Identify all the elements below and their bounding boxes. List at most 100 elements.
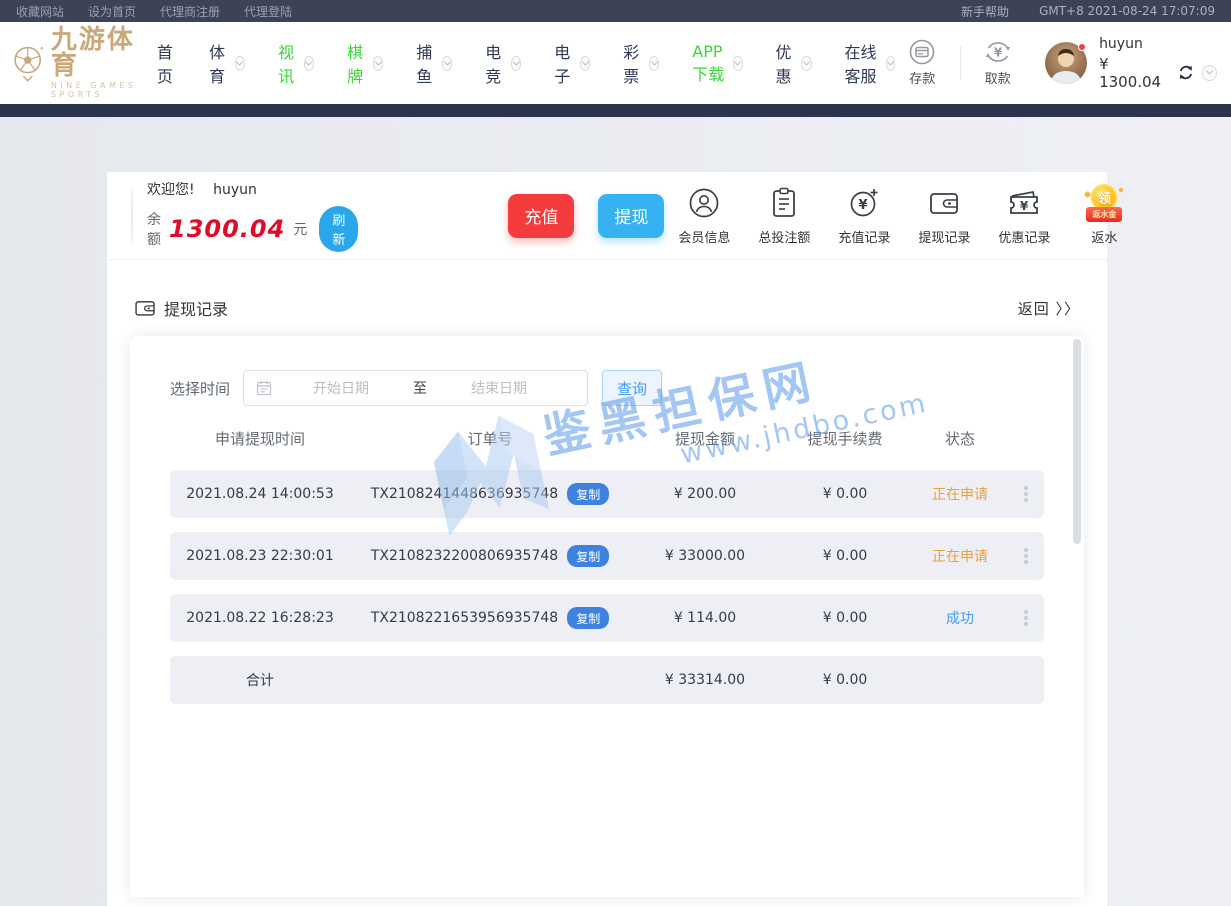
refresh-balance-icon[interactable] [1178,64,1194,81]
site-logo[interactable]: 九游体育 NINE GAMES SPORTS [10,27,157,99]
cell-amount: ¥ 200.00 [630,486,780,502]
scrollbar[interactable] [1073,339,1081,897]
favorite-site-link[interactable]: 收藏网站 [16,3,64,20]
chevron-down-icon [511,56,521,71]
panel-username: huyun [213,182,257,198]
nav-item-chess[interactable]: 棋牌 [347,39,383,87]
total-label: 合计 [170,670,350,690]
promo-records-coupon-icon: ¥ [1007,188,1041,218]
scrollbar-thumb[interactable] [1073,339,1081,544]
col-header-status: 状态 [910,428,1010,449]
date-to-label: 至 [400,378,440,398]
chevron-down-icon[interactable] [1202,65,1217,81]
soccer-ball-icon [10,37,47,89]
main-nav: 首页 体育 视讯 棋牌 捕鱼 电竞 电子 彩票 APP下载 优惠 在线客服 [157,39,895,87]
col-header-amount: 提现金额 [630,428,780,449]
withdraw-records-title-icon [134,298,156,318]
recharge-button[interactable]: 充值 [508,194,574,238]
withdraw-yuan-icon: ¥ [985,39,1011,65]
agent-login-link[interactable]: 代理登陆 [244,3,292,20]
nav-item-app-download[interactable]: APP下载 [692,42,742,85]
withdraw-button[interactable]: ¥ 取款 [970,39,1025,87]
chevron-down-icon [442,56,452,71]
copy-button[interactable]: 复制 [567,483,609,505]
cell-time: 2021.08.22 16:28:23 [170,610,350,626]
balance-value: 1300.04 [169,215,285,243]
end-date-input[interactable]: 结束日期 [440,378,558,398]
svg-text:¥: ¥ [859,198,868,213]
withdraw-records-wallet-icon [928,189,960,217]
deposit-button[interactable]: 存款 [895,39,950,87]
col-header-time: 申请提现时间 [170,428,350,449]
refresh-balance-button[interactable]: 刷新 [319,206,358,252]
nav-item-esports[interactable]: 电竞 [485,39,521,87]
chevron-down-icon [801,56,811,71]
cell-fee: ¥ 0.00 [780,610,910,626]
nav-item-live-casino[interactable]: 视讯 [278,39,314,87]
calendar-icon [256,380,272,396]
withdraw-records-panel: 选择时间 开始日期 至 结束日期 [130,336,1084,897]
account-card: 欢迎您! huyun 余额 1300.04 元 刷新 充值 提现 会员信息 [107,172,1107,906]
cell-order-number: TX2108221653956935748 [371,610,558,626]
cell-fee: ¥ 0.00 [780,548,910,564]
set-homepage-link[interactable]: 设为首页 [88,3,136,20]
nav-item-fishing[interactable]: 捕鱼 [416,39,452,87]
nav-item-online-service[interactable]: 在线客服 [845,39,895,87]
top-utility-bar: 收藏网站 设为首页 代理商注册 代理登陆 新手帮助 GMT+8 2021-08-… [0,0,1231,22]
nav-item-lottery[interactable]: 彩票 [623,39,659,87]
nav-item-home[interactable]: 首页 [157,39,176,87]
welcome-text: 欢迎您! [147,182,195,198]
user-avatar[interactable] [1045,42,1087,84]
quick-link-total-bets[interactable]: 总投注额 [744,185,824,246]
quick-link-deposit-records[interactable]: ¥ 充值记录 [824,185,904,246]
chevron-down-icon [649,56,659,71]
cell-order-number: TX2108232200806935748 [371,548,558,564]
chevron-down-icon [580,56,590,71]
header-username: huyun [1099,36,1217,52]
status-badge: 成功 [910,608,1010,628]
col-header-order: 订单号 [350,428,630,449]
nav-item-sports[interactable]: 体育 [209,39,245,87]
chevron-down-icon [733,56,742,71]
search-button[interactable]: 查询 [602,370,662,406]
rebate-gold-coin-icon: 领 返水金 [1084,184,1124,222]
cell-order-number: TX2108241448636935748 [371,486,558,502]
svg-text:¥: ¥ [1020,199,1029,213]
quick-links-row: 会员信息 总投注额 ¥ 充值记录 [664,185,1144,246]
timezone-clock: GMT+8 2021-08-24 17:07:09 [1039,4,1215,18]
back-link[interactable]: 返回 〉〉 [1018,298,1080,319]
main-header: 九游体育 NINE GAMES SPORTS 首页 体育 视讯 棋牌 捕鱼 电竞… [0,22,1231,104]
date-range-picker[interactable]: 开始日期 至 结束日期 [243,370,588,406]
agent-register-link[interactable]: 代理商注册 [160,3,220,20]
deposit-records-icon: ¥ [848,187,880,219]
header-balance: ¥ 1300.04 [1099,55,1170,91]
row-actions-menu[interactable] [1010,606,1042,630]
quick-link-promo-records[interactable]: ¥ 优惠记录 [984,185,1064,246]
quick-link-member-info[interactable]: 会员信息 [664,185,744,246]
cell-time: 2021.08.24 14:00:53 [170,486,350,502]
user-summary-panel: 欢迎您! huyun 余额 1300.04 元 刷新 充值 提现 会员信息 [107,172,1107,260]
col-header-fee: 提现手续费 [780,428,910,449]
nav-item-slots[interactable]: 电子 [554,39,590,87]
total-fee: ¥ 0.00 [780,672,910,688]
row-actions-menu[interactable] [1010,544,1042,568]
status-badge: 正在申请 [910,484,1010,504]
topbar-links: 收藏网站 设为首页 代理商注册 代理登陆 [16,3,292,20]
chevron-down-icon [886,56,895,71]
copy-button[interactable]: 复制 [567,607,609,629]
balance-unit: 元 [293,219,307,239]
beginner-help-link[interactable]: 新手帮助 [961,3,1009,20]
status-badge: 正在申请 [910,546,1010,566]
table-header-row: 申请提现时间 订单号 提现金额 提现手续费 状态 [170,406,1044,470]
logo-subtitle: NINE GAMES SPORTS [51,81,157,99]
chevron-down-icon [373,56,383,71]
row-actions-menu[interactable] [1010,482,1042,506]
total-bets-clipboard-icon [770,187,798,219]
nav-item-promotions[interactable]: 优惠 [776,39,812,87]
start-date-input[interactable]: 开始日期 [282,378,400,398]
copy-button[interactable]: 复制 [567,545,609,567]
quick-link-withdraw-records[interactable]: 提现记录 [904,185,984,246]
quick-link-rebate[interactable]: 领 返水金 返水 [1064,185,1144,246]
logo-title: 九游体育 [51,27,157,79]
withdraw-big-button[interactable]: 提现 [598,194,664,238]
